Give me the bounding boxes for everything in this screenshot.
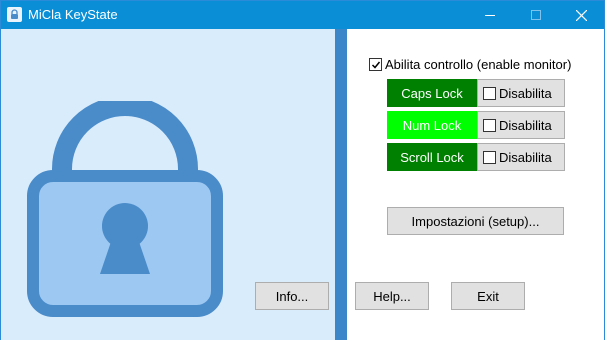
checkbox-box[interactable]: [483, 118, 496, 132]
disable-label: Disabilita: [499, 117, 552, 133]
padlock-icon: [27, 101, 223, 317]
minimize-icon[interactable]: [467, 1, 513, 29]
disable-label: Disabilita: [499, 85, 552, 101]
help-button[interactable]: Help...: [355, 282, 429, 310]
disable-label: Disabilita: [499, 149, 552, 165]
checkbox-box[interactable]: [483, 86, 496, 100]
checkbox-box[interactable]: [369, 58, 382, 71]
setup-button[interactable]: Impostazioni (setup)...: [387, 207, 564, 235]
checkbox-box[interactable]: [483, 150, 496, 164]
num-lock-disable-checkbox[interactable]: Disabilita: [477, 111, 565, 139]
scroll-lock-disable-checkbox[interactable]: Disabilita: [477, 143, 565, 171]
exit-button[interactable]: Exit: [451, 282, 525, 310]
maximize-icon[interactable]: [513, 1, 559, 29]
caps-lock-disable-checkbox[interactable]: Disabilita: [477, 79, 565, 107]
enable-monitor-label: Abilita controllo (enable monitor): [385, 57, 572, 72]
key-row-scroll-lock: Scroll Lock Disabilita: [387, 143, 565, 171]
caps-lock-indicator: Caps Lock: [387, 79, 477, 107]
key-row-caps-lock: Caps Lock Disabilita: [387, 79, 565, 107]
main-window: MiCla KeyState Info... Abilita controllo…: [0, 0, 605, 340]
window-title: MiCla KeyState: [28, 7, 118, 22]
scroll-lock-indicator: Scroll Lock: [387, 143, 477, 171]
enable-monitor-checkbox[interactable]: Abilita controllo (enable monitor): [369, 57, 571, 72]
num-lock-indicator: Num Lock: [387, 111, 477, 139]
info-button[interactable]: Info...: [255, 282, 329, 310]
title-bar[interactable]: MiCla KeyState: [1, 1, 604, 29]
app-icon: [7, 7, 22, 22]
close-icon[interactable]: [558, 1, 604, 29]
key-row-num-lock: Num Lock Disabilita: [387, 111, 565, 139]
panel-divider: [335, 29, 347, 340]
